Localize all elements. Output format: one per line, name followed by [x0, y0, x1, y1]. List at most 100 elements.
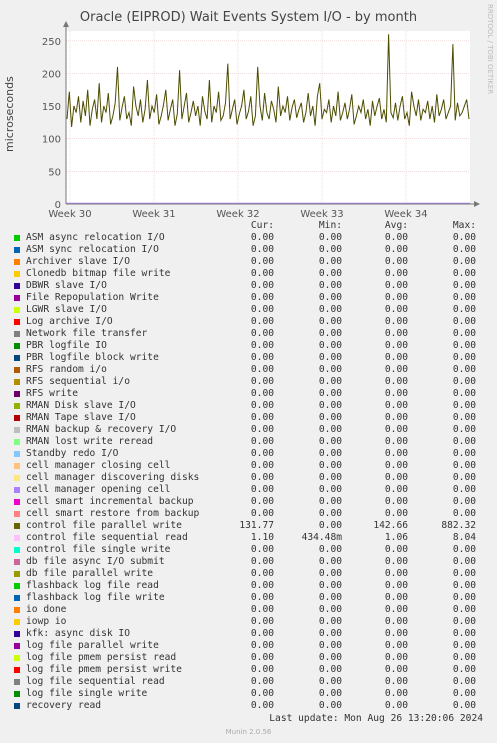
- legend-row: control file sequential read 1.10 434.48m 1…: [0, 532, 497, 544]
- legend-label: kfk: async disk IO: [26, 628, 130, 639]
- legend-max-value: 0.00: [452, 232, 476, 243]
- legend-row: log file pmem persist write 0.00 0.00 0.00 0…: [0, 664, 497, 676]
- legend-swatch: [14, 355, 20, 361]
- legend-swatch: [14, 247, 20, 253]
- legend-row: Clonedb bitmap file write 0.00 0.00 0.00 0.0…: [0, 268, 497, 280]
- legend-label: DBWR slave I/O: [26, 280, 107, 291]
- legend-row: cell smart incremental backup 0.00 0.00 0.0…: [0, 496, 497, 508]
- legend-label: RMAN backup & recovery I/O: [26, 424, 177, 435]
- legend-swatch: [14, 343, 20, 349]
- legend-max-value: 0.00: [452, 640, 476, 651]
- legend-swatch: [14, 463, 20, 469]
- legend-label: cell manager discovering disks: [26, 472, 200, 483]
- legend-row: db file async I/O submit 0.00 0.00 0.00 0.00: [0, 556, 497, 568]
- legend-row: cell manager closing cell 0.00 0.00 0.00 0.0…: [0, 460, 497, 472]
- legend-label: RMAN Tape slave I/O: [26, 412, 136, 423]
- legend-label: log file single write: [26, 688, 148, 699]
- legend-swatch: [14, 655, 20, 661]
- legend-label: cell smart incremental backup: [26, 496, 194, 507]
- legend-max-value: 0.00: [452, 304, 476, 315]
- legend-swatch: [14, 415, 20, 421]
- legend-swatch: [14, 295, 20, 301]
- legend-label: cell smart restore from backup: [26, 508, 200, 519]
- munin-version: Munin 2.0.56: [225, 728, 272, 736]
- legend-swatch: [14, 283, 20, 289]
- legend-row: control file parallel write 131.77 0.00 142…: [0, 520, 497, 532]
- legend-swatch: [14, 319, 20, 325]
- legend-swatch: [14, 379, 20, 385]
- legend-row: Archiver slave I/O 0.00 0.00 0.00 0.00: [0, 256, 497, 268]
- legend-row: RMAN Disk slave I/O 0.00 0.00 0.00 0.00: [0, 400, 497, 412]
- legend-swatch: [14, 547, 20, 553]
- legend-swatch: [14, 403, 20, 409]
- legend-label: log file sequential read: [26, 676, 165, 687]
- legend-swatch: [14, 607, 20, 613]
- x-axis-arrow: [474, 201, 480, 207]
- legend-label: log file pmem persist write: [26, 664, 182, 675]
- legend-row: flashback log file write 0.00 0.00 0.00 0.00: [0, 592, 497, 604]
- legend-max-value: 0.00: [452, 292, 476, 303]
- legend-label: control file single write: [26, 544, 171, 555]
- legend-label: PBR logfile block write: [26, 352, 159, 363]
- legend-max-value: 0.00: [452, 616, 476, 627]
- legend-label: File Repopulation Write: [26, 292, 159, 303]
- legend-label: Standby redo I/O: [26, 448, 119, 459]
- legend-swatch: [14, 571, 20, 577]
- legend-max-value: 0.00: [452, 676, 476, 687]
- legend-label: log file pmem persist read: [26, 652, 177, 663]
- legend-swatch: [14, 535, 20, 541]
- legend-row: RFS sequential i/o 0.00 0.00 0.00 0.00: [0, 376, 497, 388]
- x-tick-label: Week 33: [300, 209, 343, 220]
- legend-max-value: 0.00: [452, 568, 476, 579]
- legend-label: flashback log file read: [26, 580, 159, 591]
- legend-max-value: 0.00: [452, 436, 476, 447]
- legend-label: RFS write: [26, 388, 78, 399]
- x-tick-label: Week 32: [216, 209, 259, 220]
- legend-label: log file parallel write: [26, 640, 159, 651]
- legend-max-value: 0.00: [452, 508, 476, 519]
- legend-max-value: 0.00: [452, 472, 476, 483]
- legend-swatch: [14, 235, 20, 241]
- legend-max-value: 0.00: [452, 652, 476, 663]
- x-tick-label: Week 30: [48, 209, 91, 220]
- legend-max-value: 0.00: [452, 244, 476, 255]
- y-axis-arrow: [63, 21, 69, 27]
- legend-max-value: 0.00: [452, 256, 476, 267]
- legend-swatch: [14, 619, 20, 625]
- legend-swatch: [14, 631, 20, 637]
- legend-row: control file single write 0.00 0.00 0.00 0.0…: [0, 544, 497, 556]
- legend-swatch: [14, 595, 20, 601]
- legend-row: io done 0.00 0.00 0.00 0.00: [0, 604, 497, 616]
- legend-label: db file async I/O submit: [26, 556, 165, 567]
- legend-max-value: 882.32: [441, 520, 476, 531]
- legend-swatch: [14, 643, 20, 649]
- legend-swatch: [14, 703, 20, 709]
- legend-swatch: [14, 307, 20, 313]
- legend-row: RFS write 0.00 0.00 0.00 0.00: [0, 388, 497, 400]
- legend-max-value: 0.00: [452, 448, 476, 459]
- legend-row: Log archive I/O 0.00 0.00 0.00 0.00: [0, 316, 497, 328]
- legend-swatch: [14, 391, 20, 397]
- legend-row: PBR logfile block write 0.00 0.00 0.00 0.00: [0, 352, 497, 364]
- legend-label: cell manager opening cell: [26, 484, 171, 495]
- legend-max-value: 0.00: [452, 556, 476, 567]
- legend-row: RMAN lost write reread 0.00 0.00 0.00 0.00: [0, 436, 497, 448]
- legend-row: iowp io 0.00 0.00 0.00 0.00: [0, 616, 497, 628]
- legend-label: flashback log file write: [26, 592, 165, 603]
- legend-label: control file sequential read: [26, 532, 188, 543]
- legend-label: Clonedb bitmap file write: [26, 268, 171, 279]
- legend-row: kfk: async disk IO 0.00 0.00 0.00 0.00: [0, 628, 497, 640]
- legend-swatch: [14, 691, 20, 697]
- legend-label: PBR logfile IO: [26, 340, 107, 351]
- chart-area: 050100150200250Week 30 Week 31 Week 32 Week…: [42, 21, 480, 220]
- legend-max-value: 0.00: [452, 604, 476, 615]
- legend-swatch: [14, 475, 20, 481]
- legend-row: File Repopulation Write 0.00 0.00 0.00 0.00: [0, 292, 497, 304]
- legend-swatch: [14, 583, 20, 589]
- legend-max-value: 0.00: [452, 628, 476, 639]
- legend-row: DBWR slave I/O 0.00 0.00 0.00 0.00: [0, 280, 497, 292]
- legend-max-value: 0.00: [452, 352, 476, 363]
- legend-max-value: 0.00: [452, 316, 476, 327]
- legend-row: log file single write 0.00 0.00 0.00 0.00: [0, 688, 497, 700]
- legend-row: log file pmem persist read 0.00 0.00 0.00 0.…: [0, 652, 497, 664]
